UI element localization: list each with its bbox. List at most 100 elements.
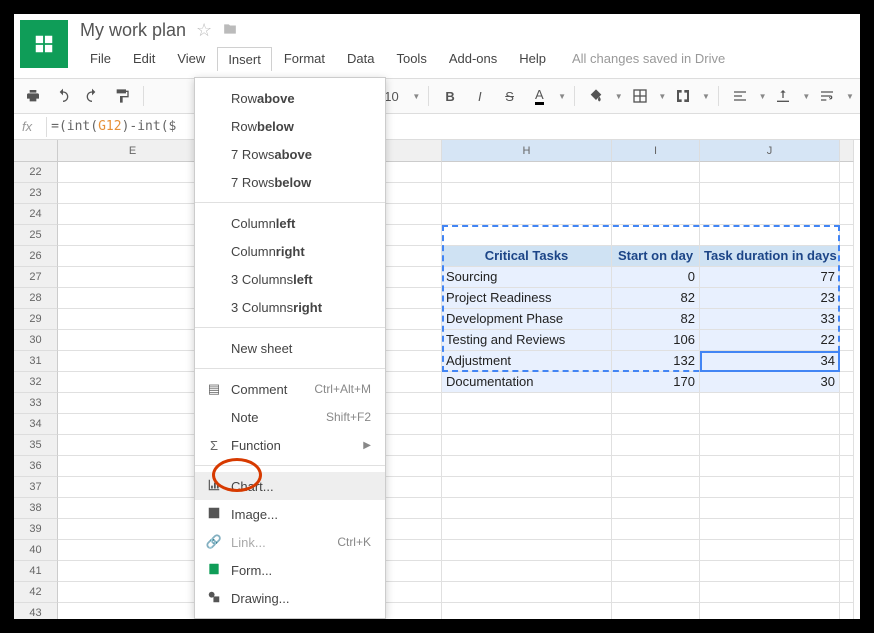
menu-7rows-below[interactable]: 7 Rows below [195, 168, 385, 196]
cell[interactable] [840, 498, 854, 519]
cell[interactable] [840, 309, 854, 330]
cell[interactable] [442, 183, 612, 204]
menu-col-left[interactable]: Column left [195, 209, 385, 237]
cell[interactable] [442, 393, 612, 414]
menu-help[interactable]: Help [509, 47, 556, 71]
cell[interactable] [442, 414, 612, 435]
menu-file[interactable]: File [80, 47, 121, 71]
cell[interactable] [840, 162, 854, 183]
cell[interactable] [58, 372, 208, 393]
row-header-35[interactable]: 35 [14, 435, 58, 456]
cell[interactable] [442, 498, 612, 519]
cell[interactable] [612, 183, 700, 204]
cell[interactable] [442, 435, 612, 456]
cell[interactable] [840, 183, 854, 204]
cell[interactable] [58, 393, 208, 414]
cell[interactable] [840, 603, 854, 619]
cell[interactable] [700, 477, 840, 498]
cell[interactable] [700, 183, 840, 204]
cell[interactable] [58, 456, 208, 477]
cell[interactable] [840, 519, 854, 540]
cell[interactable] [612, 204, 700, 225]
cell[interactable] [612, 519, 700, 540]
cell[interactable] [442, 540, 612, 561]
cell[interactable]: 77 [700, 267, 840, 288]
cell[interactable] [700, 456, 840, 477]
cell[interactable] [58, 225, 208, 246]
cell[interactable] [58, 498, 208, 519]
cell[interactable] [58, 267, 208, 288]
cell[interactable] [58, 204, 208, 225]
row-header-25[interactable]: 25 [14, 225, 58, 246]
cell[interactable] [58, 477, 208, 498]
font-size-caret[interactable]: ▼ [412, 92, 420, 101]
cell[interactable]: 30 [700, 372, 840, 393]
menu-chart[interactable]: Chart... [195, 472, 385, 500]
row-header-33[interactable]: 33 [14, 393, 58, 414]
paint-format-icon[interactable] [109, 83, 135, 109]
menu-form[interactable]: Form... [195, 556, 385, 584]
col-header-E[interactable]: E [58, 140, 208, 162]
cell[interactable]: 106 [612, 330, 700, 351]
cell[interactable]: 22 [700, 330, 840, 351]
cell[interactable] [700, 561, 840, 582]
cell[interactable] [700, 582, 840, 603]
menu-function[interactable]: ΣFunction▶ [195, 431, 385, 459]
row-header-42[interactable]: 42 [14, 582, 58, 603]
cell[interactable] [442, 204, 612, 225]
cell[interactable] [442, 603, 612, 619]
cell[interactable] [840, 435, 854, 456]
menu-addons[interactable]: Add-ons [439, 47, 507, 71]
menu-row-below[interactable]: Row below [195, 112, 385, 140]
cell[interactable] [612, 561, 700, 582]
cell[interactable] [58, 183, 208, 204]
cell[interactable] [700, 540, 840, 561]
cell[interactable] [442, 162, 612, 183]
cell[interactable] [612, 456, 700, 477]
cell[interactable] [840, 561, 854, 582]
menu-col-right[interactable]: Column right [195, 237, 385, 265]
formula-bar[interactable]: fx =(int(G12)-int($ [14, 114, 860, 140]
cell[interactable] [840, 414, 854, 435]
cell[interactable] [840, 372, 854, 393]
row-header-31[interactable]: 31 [14, 351, 58, 372]
cell[interactable] [58, 519, 208, 540]
menu-comment[interactable]: ▤CommentCtrl+Alt+M [195, 375, 385, 403]
row-header-43[interactable]: 43 [14, 603, 58, 619]
cell[interactable] [58, 330, 208, 351]
strikethrough-icon[interactable]: S [497, 83, 523, 109]
cell[interactable] [58, 435, 208, 456]
menu-row-above[interactable]: Row above [195, 84, 385, 112]
cell[interactable]: Critical Tasks [442, 246, 612, 267]
col-header-J[interactable]: J [700, 140, 840, 162]
document-title[interactable]: My work plan [80, 20, 186, 41]
cell[interactable]: 34 [700, 351, 840, 372]
row-header-28[interactable]: 28 [14, 288, 58, 309]
cell[interactable] [700, 435, 840, 456]
cell[interactable] [612, 414, 700, 435]
row-header-22[interactable]: 22 [14, 162, 58, 183]
cell[interactable] [612, 393, 700, 414]
cell[interactable] [840, 225, 854, 246]
row-header-41[interactable]: 41 [14, 561, 58, 582]
cell[interactable] [700, 393, 840, 414]
text-wrap-icon[interactable] [814, 83, 840, 109]
menu-data[interactable]: Data [337, 47, 384, 71]
star-icon[interactable]: ☆ [196, 20, 212, 41]
row-header-27[interactable]: 27 [14, 267, 58, 288]
cell[interactable]: 132 [612, 351, 700, 372]
cell[interactable] [612, 540, 700, 561]
cell[interactable] [700, 519, 840, 540]
cell[interactable]: Development Phase [442, 309, 612, 330]
cell[interactable] [700, 225, 840, 246]
cell[interactable] [612, 225, 700, 246]
row-header-30[interactable]: 30 [14, 330, 58, 351]
cell[interactable] [58, 162, 208, 183]
col-header-H[interactable]: H [442, 140, 612, 162]
cell[interactable] [700, 603, 840, 619]
cell[interactable] [700, 204, 840, 225]
menu-new-sheet[interactable]: New sheet [195, 334, 385, 362]
menu-format[interactable]: Format [274, 47, 335, 71]
cell[interactable]: 170 [612, 372, 700, 393]
borders-icon[interactable] [627, 83, 653, 109]
